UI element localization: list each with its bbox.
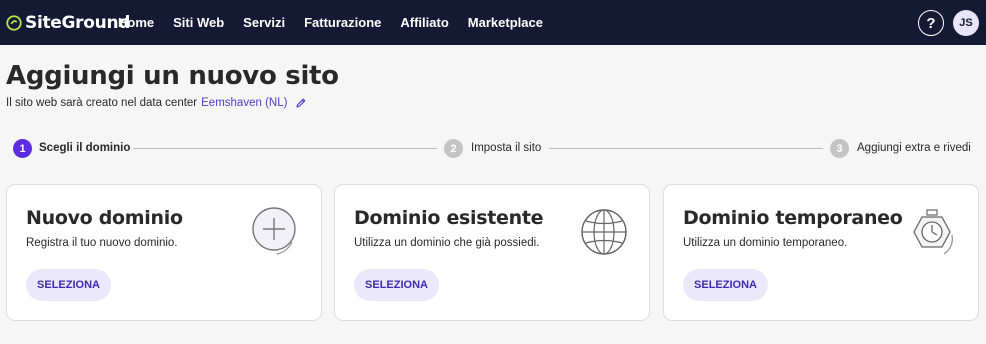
globe-icon xyxy=(581,209,627,255)
avatar-initials: JS xyxy=(959,17,973,29)
main-nav: Home Siti Web Servizi Fatturazione Affil… xyxy=(118,0,562,45)
step-3-label: Aggiungi extra e rivedi xyxy=(857,142,971,154)
siteground-logo[interactable]: SiteGround xyxy=(5,11,130,35)
plus-circle-icon xyxy=(252,207,296,255)
subtitle-text: Il sito web sarà creato nel data center xyxy=(6,97,198,109)
step-connector-2 xyxy=(549,148,823,149)
card-description: Utilizza un dominio che già possiedi. xyxy=(354,237,540,249)
nav-item-servizi[interactable]: Servizi xyxy=(243,15,285,30)
logo-text: SiteGround xyxy=(25,13,131,33)
card-description: Registra il tuo nuovo dominio. xyxy=(26,237,178,249)
nav-item-home[interactable]: Home xyxy=(118,15,154,30)
nav-item-marketplace[interactable]: Marketplace xyxy=(468,15,543,30)
user-avatar[interactable]: JS xyxy=(953,10,979,36)
card-title: Nuovo dominio xyxy=(26,207,183,229)
help-button[interactable]: ? xyxy=(918,10,944,36)
stopwatch-icon xyxy=(913,209,953,255)
select-existing-domain-button[interactable]: SELEZIONA xyxy=(354,269,439,301)
help-icon: ? xyxy=(926,14,936,32)
step-2-label: Imposta il sito xyxy=(471,142,542,154)
card-description: Utilizza un dominio temporaneo. xyxy=(683,237,848,249)
step-1-number: 1 xyxy=(13,139,32,158)
card-dominio-temporaneo: Dominio temporaneo Utilizza un dominio t… xyxy=(663,184,979,321)
card-dominio-esistente: Dominio esistente Utilizza un dominio ch… xyxy=(334,184,650,321)
siteground-logo-icon xyxy=(6,15,22,31)
card-nuovo-dominio: Nuovo dominio Registra il tuo nuovo domi… xyxy=(6,184,322,321)
step-1-label: Scegli il dominio xyxy=(39,142,131,154)
select-temporary-domain-button[interactable]: SELEZIONA xyxy=(683,269,768,301)
nav-item-siti-web[interactable]: Siti Web xyxy=(173,15,224,30)
nav-item-affiliato[interactable]: Affiliato xyxy=(400,15,448,30)
page-title: Aggiungi un nuovo sito xyxy=(6,61,339,91)
step-2-number: 2 xyxy=(444,139,463,158)
data-center-info: Il sito web sarà creato nel data center … xyxy=(6,97,307,109)
nav-item-fatturazione[interactable]: Fatturazione xyxy=(304,15,381,30)
select-new-domain-button[interactable]: SELEZIONA xyxy=(26,269,111,301)
step-3-number: 3 xyxy=(830,139,849,158)
card-title: Dominio temporaneo xyxy=(683,207,903,229)
step-connector-1 xyxy=(133,148,437,149)
top-navigation-bar: SiteGround Home Siti Web Servizi Fattura… xyxy=(0,0,986,45)
pencil-edit-icon[interactable] xyxy=(295,97,307,109)
progress-stepper: 1 Scegli il dominio 2 Imposta il sito 3 … xyxy=(0,138,986,160)
data-center-link[interactable]: Eemshaven (NL) xyxy=(201,97,287,109)
card-title: Dominio esistente xyxy=(354,207,544,229)
